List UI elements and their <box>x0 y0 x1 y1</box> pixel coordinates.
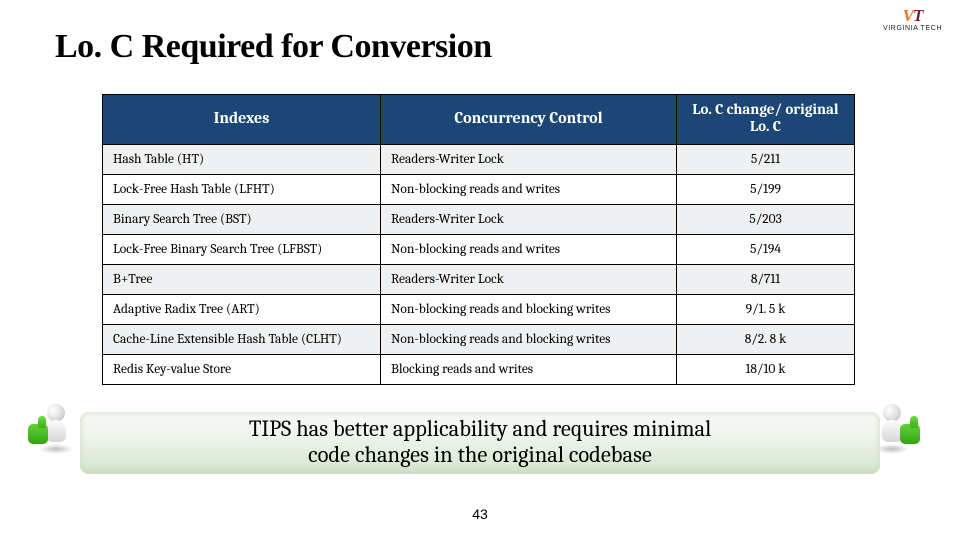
cell-cc: Non-blocking reads and blocking writes <box>381 324 677 354</box>
vt-subtext: VIRGINIA TECH <box>883 25 942 32</box>
cell-index: Lock-Free Binary Search Tree (LFBST) <box>103 234 381 264</box>
cell-cc: Readers-Writer Lock <box>381 144 677 174</box>
cell-index: Binary Search Tree (BST) <box>103 204 381 234</box>
table-row: Adaptive Radix Tree (ART) Non-blocking r… <box>103 294 855 324</box>
table-row: Cache-Line Extensible Hash Table (CLHT) … <box>103 324 855 354</box>
thumbs-up-figure-left <box>42 406 70 448</box>
cell-loc: 8/2. 8 k <box>677 324 855 354</box>
th-indexes: Indexes <box>103 95 381 145</box>
page-title: Lo. C Required for Conversion <box>55 28 492 66</box>
cell-loc: 18/10 k <box>677 354 855 384</box>
table-row: Lock-Free Hash Table (LFHT) Non-blocking… <box>103 174 855 204</box>
cell-loc: 5/203 <box>677 204 855 234</box>
table-row: Lock-Free Binary Search Tree (LFBST) Non… <box>103 234 855 264</box>
banner-line1: TIPS has better applicability and requir… <box>249 417 711 443</box>
table-row: Redis Key-value Store Blocking reads and… <box>103 354 855 384</box>
cell-loc: 5/211 <box>677 144 855 174</box>
cell-cc: Non-blocking reads and writes <box>381 234 677 264</box>
cell-index: B+Tree <box>103 264 381 294</box>
cell-loc: 9/1. 5 k <box>677 294 855 324</box>
cell-cc: Blocking reads and writes <box>381 354 677 384</box>
cell-loc: 5/194 <box>677 234 855 264</box>
cell-index: Adaptive Radix Tree (ART) <box>103 294 381 324</box>
table-row: B+Tree Readers-Writer Lock 8/711 <box>103 264 855 294</box>
vt-initials: VT <box>903 6 923 26</box>
cell-index: Hash Table (HT) <box>103 144 381 174</box>
table-row: Binary Search Tree (BST) Readers-Writer … <box>103 204 855 234</box>
cell-index: Redis Key-value Store <box>103 354 381 384</box>
slide: VT VIRGINIA TECH Lo. C Required for Conv… <box>0 0 960 540</box>
cell-index: Lock-Free Hash Table (LFHT) <box>103 174 381 204</box>
cell-cc: Non-blocking reads and writes <box>381 174 677 204</box>
banner-line2: code changes in the original codebase <box>308 443 652 469</box>
cell-loc: 8/711 <box>677 264 855 294</box>
cell-cc: Readers-Writer Lock <box>381 204 677 234</box>
vt-logo: VT VIRGINIA TECH <box>883 6 942 32</box>
cell-index: Cache-Line Extensible Hash Table (CLHT) <box>103 324 381 354</box>
logo-letter-v: V <box>903 6 913 25</box>
summary-banner: TIPS has better applicability and requir… <box>80 412 880 474</box>
table-header-row: Indexes Concurrency Control Lo. C change… <box>103 95 855 145</box>
table-row: Hash Table (HT) Readers-Writer Lock 5/21… <box>103 144 855 174</box>
thumbs-up-figure-right <box>878 406 906 448</box>
loc-table: Indexes Concurrency Control Lo. C change… <box>102 94 855 385</box>
cell-loc: 5/199 <box>677 174 855 204</box>
th-concurrency: Concurrency Control <box>381 95 677 145</box>
cell-cc: Non-blocking reads and blocking writes <box>381 294 677 324</box>
page-number: 43 <box>0 506 960 522</box>
th-loc-change: Lo. C change/ original Lo. C <box>677 95 855 145</box>
logo-letter-t: T <box>913 6 922 25</box>
cell-cc: Readers-Writer Lock <box>381 264 677 294</box>
